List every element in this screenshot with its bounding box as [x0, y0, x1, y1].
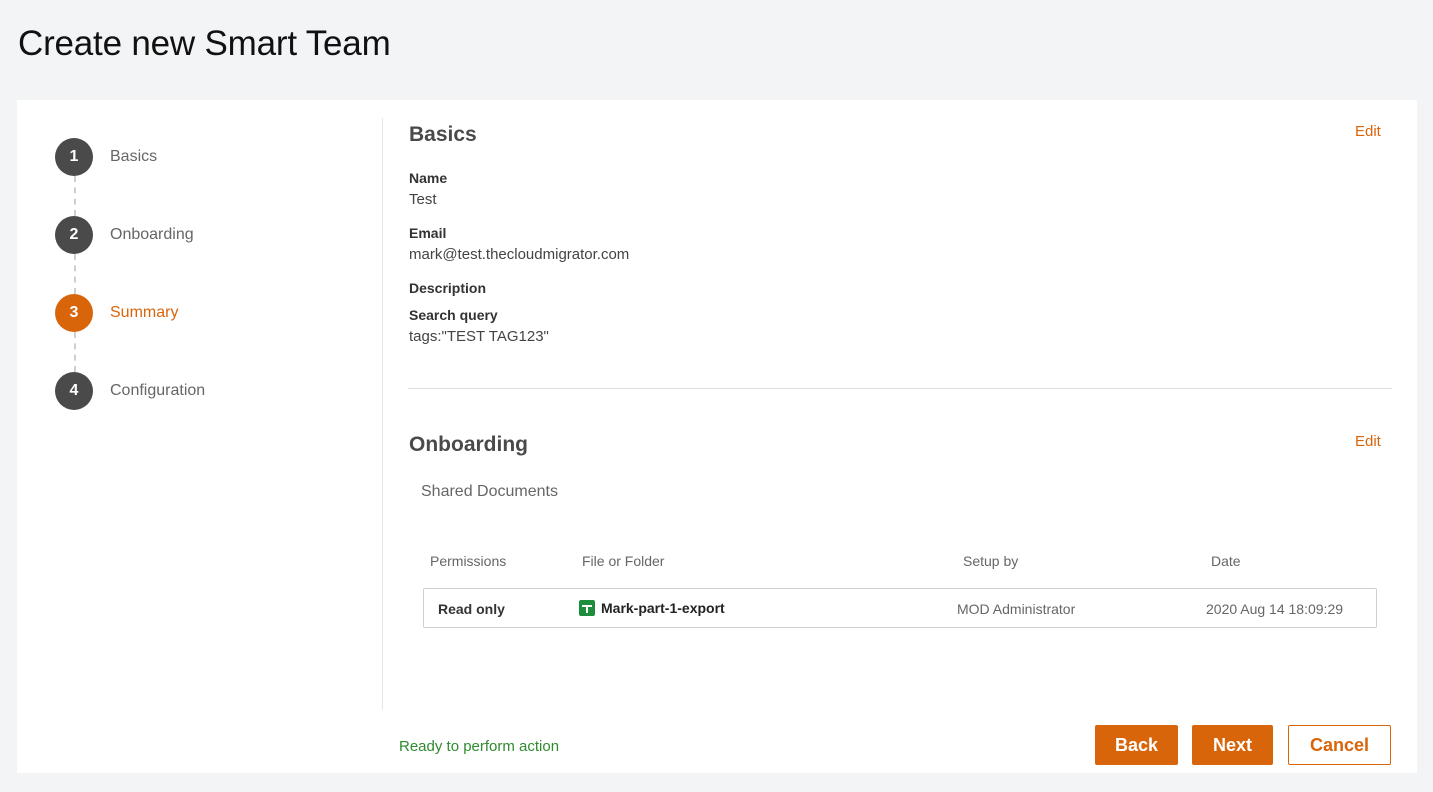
step-onboarding[interactable]: 2 Onboarding: [55, 216, 315, 254]
cancel-button[interactable]: Cancel: [1288, 725, 1391, 765]
status-message: Ready to perform action: [399, 738, 560, 755]
file-cell[interactable]: Mark-part-1-export: [579, 600, 725, 616]
wizard-card: 1 Basics 2 Onboarding 3 Summary 4 Config…: [17, 100, 1417, 773]
column-header-file: File or Folder: [582, 553, 665, 569]
step-number: 2: [55, 216, 93, 254]
step-configuration[interactable]: 4 Configuration: [55, 372, 315, 410]
vertical-divider: [382, 118, 383, 710]
basics-edit-link[interactable]: Edit: [1355, 123, 1381, 140]
name-label: Name: [409, 170, 448, 186]
google-sheets-icon: [579, 600, 595, 616]
description-label: Description: [409, 280, 487, 296]
section-divider: [408, 388, 1392, 389]
date-cell: 2020 Aug 14 18:09:29: [1206, 601, 1344, 617]
step-label: Onboarding: [110, 226, 194, 243]
onboarding-section-title: Onboarding: [409, 433, 528, 456]
file-name: Mark-part-1-export: [601, 600, 725, 616]
page-title: Create new Smart Team: [18, 24, 391, 63]
step-label: Summary: [110, 304, 179, 321]
step-label: Configuration: [110, 382, 206, 399]
step-label: Basics: [110, 148, 158, 165]
column-header-date: Date: [1211, 553, 1241, 569]
next-button[interactable]: Next: [1192, 725, 1273, 765]
email-value: mark@test.thecloudmigrator.com: [409, 246, 630, 263]
back-button[interactable]: Back: [1095, 725, 1178, 765]
permission-cell: Read only: [438, 601, 505, 617]
step-connector: [74, 254, 76, 294]
search-query-value: tags:"TEST TAG123": [409, 328, 549, 345]
setup-by-cell: MOD Administrator: [957, 601, 1076, 617]
basics-section-title: Basics: [409, 123, 477, 146]
step-basics[interactable]: 1 Basics: [55, 138, 315, 176]
email-label: Email: [409, 225, 447, 241]
table-row: Read only Mark-part-1-export MOD Adminis…: [423, 588, 1377, 628]
shared-documents-heading: Shared Documents: [421, 483, 558, 500]
step-number: 1: [55, 138, 93, 176]
search-query-label: Search query: [409, 307, 498, 323]
name-value: Test: [409, 191, 437, 208]
step-summary[interactable]: 3 Summary: [55, 294, 315, 332]
column-header-permissions: Permissions: [430, 553, 507, 569]
onboarding-edit-link[interactable]: Edit: [1355, 433, 1381, 450]
step-connector: [74, 332, 76, 372]
column-header-setup-by: Setup by: [963, 553, 1019, 569]
step-number: 3: [55, 294, 93, 332]
step-connector: [74, 176, 76, 216]
step-number: 4: [55, 372, 93, 410]
